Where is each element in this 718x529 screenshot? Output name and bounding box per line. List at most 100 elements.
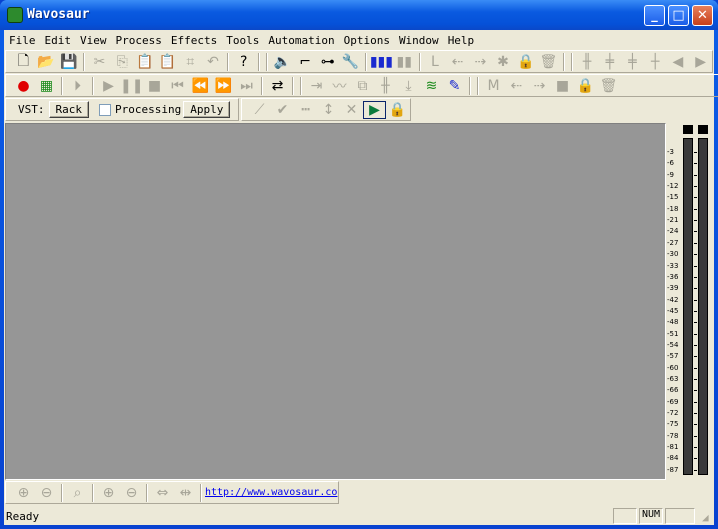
wave-split-icon[interactable]: ╫ bbox=[374, 78, 397, 94]
meter-tick bbox=[694, 254, 697, 256]
paste-new-icon[interactable]: 📋 bbox=[156, 54, 179, 70]
meter-scale-label: -87 bbox=[667, 465, 679, 474]
menu-automation[interactable]: Automation bbox=[263, 32, 338, 50]
marker-block-icon[interactable]: ■ bbox=[551, 78, 574, 94]
menu-file[interactable]: File bbox=[4, 32, 40, 50]
cut-icon[interactable]: ✂ bbox=[88, 54, 111, 70]
zoom-x2-icon[interactable]: ⇔ bbox=[151, 485, 174, 501]
menu-options[interactable]: Options bbox=[339, 32, 394, 50]
marker-left-icon[interactable]: ⇠ bbox=[505, 78, 528, 94]
lock-icon[interactable]: 🔒 bbox=[386, 102, 409, 118]
wrench-icon[interactable]: 🔧 bbox=[339, 54, 362, 70]
menu-bar: File Edit View Process Effects Tools Automatio… bbox=[4, 32, 478, 50]
new-file-icon[interactable]: 🗋 bbox=[12, 50, 35, 74]
rack-button[interactable]: Rack bbox=[48, 101, 89, 118]
mix-icon[interactable]: ⧉ bbox=[351, 78, 374, 94]
menu-help[interactable]: Help bbox=[443, 32, 479, 50]
paste-icon[interactable]: 📋 bbox=[134, 54, 157, 70]
menu-view[interactable]: View bbox=[75, 32, 111, 50]
level-meter-icon[interactable]: ▦ bbox=[35, 78, 58, 94]
loop-wave-icon[interactable]: ✱ bbox=[492, 54, 515, 70]
pencil-icon[interactable]: ✎ bbox=[443, 78, 466, 94]
undo-icon[interactable]: ↶ bbox=[202, 54, 225, 70]
normalize-icon[interactable]: ⤓ bbox=[397, 78, 420, 94]
envelope-icon[interactable]: 〰 bbox=[328, 76, 351, 96]
processing-checkbox[interactable] bbox=[99, 103, 111, 116]
help-icon[interactable]: ? bbox=[232, 54, 255, 70]
vst-play-icon[interactable]: ▶ bbox=[363, 100, 386, 119]
marker-m-icon[interactable]: M bbox=[482, 78, 505, 94]
waveform-icon[interactable]: ▮▮▮ bbox=[370, 54, 393, 70]
fast-forward-icon[interactable]: ⏩ bbox=[212, 78, 235, 94]
left-channel-meter bbox=[683, 138, 693, 475]
zoom-fit-icon[interactable]: ⌕ bbox=[66, 485, 89, 501]
split-icon[interactable]: ╫ bbox=[576, 54, 599, 70]
menu-effects[interactable]: Effects bbox=[166, 32, 221, 50]
marker3-icon[interactable]: ┼ bbox=[644, 54, 667, 70]
processing-label: Processing bbox=[115, 103, 182, 116]
record-icon[interactable]: ● bbox=[12, 78, 35, 94]
marker-icon[interactable]: ╪ bbox=[598, 54, 621, 70]
meter-scale-label: -18 bbox=[667, 204, 679, 213]
apply-button[interactable]: Apply bbox=[183, 101, 231, 118]
zoom-out-icon[interactable]: ⊖ bbox=[35, 485, 58, 501]
copy-icon[interactable]: ⎘ bbox=[111, 54, 134, 70]
trash-icon[interactable]: 🗑 bbox=[537, 54, 560, 70]
waveform-gray-icon[interactable]: ▮▮ bbox=[393, 54, 416, 70]
toolbar-separator bbox=[477, 76, 479, 95]
stop-icon[interactable]: ■ bbox=[143, 78, 166, 94]
play-from-start-icon[interactable]: ⏵ bbox=[66, 78, 89, 94]
delete-x-icon[interactable]: ✕ bbox=[340, 102, 363, 118]
trash-icon[interactable]: 🗑 bbox=[597, 78, 620, 94]
crop-icon[interactable]: ⌗ bbox=[179, 54, 202, 70]
meter-scale-label: -36 bbox=[667, 272, 679, 281]
marker2-icon[interactable]: ╪ bbox=[621, 54, 644, 70]
zoom-out-vertical-icon[interactable]: ⊖ bbox=[120, 485, 143, 501]
website-link[interactable]: http://www.wavosaur.co bbox=[205, 487, 337, 498]
maximize-button[interactable]: □ bbox=[668, 5, 689, 26]
meter-tick bbox=[694, 367, 697, 369]
minimize-button[interactable]: _ bbox=[644, 5, 665, 26]
spectrum-icon[interactable]: ≋ bbox=[420, 78, 443, 94]
go-start-icon[interactable]: ⏮ bbox=[166, 78, 189, 94]
marker-right-icon[interactable]: ⇢ bbox=[528, 78, 551, 94]
close-button[interactable]: ✕ bbox=[692, 5, 713, 26]
workspace-area[interactable] bbox=[5, 123, 666, 480]
zoom-half-icon[interactable]: ⇹ bbox=[174, 485, 197, 501]
play-icon[interactable]: ▶ bbox=[97, 78, 120, 94]
rewind-icon[interactable]: ⏪ bbox=[189, 78, 212, 94]
pause-icon[interactable]: ❚❚ bbox=[120, 78, 143, 94]
meter-scale-label: -81 bbox=[667, 443, 679, 452]
routing-icon[interactable]: ⌐ bbox=[294, 54, 317, 70]
prev-icon[interactable]: ◀ bbox=[667, 54, 690, 70]
lock-icon[interactable]: 🔒 bbox=[574, 78, 597, 94]
lock-icon[interactable]: 🔒 bbox=[514, 54, 537, 70]
save-icon[interactable]: 💾 bbox=[57, 54, 80, 70]
zoom-in-vertical-icon[interactable]: ⊕ bbox=[97, 485, 120, 501]
open-folder-icon[interactable]: 📂 bbox=[35, 54, 58, 70]
loop-start-right-icon[interactable]: ⇢ bbox=[469, 54, 492, 70]
speaker-icon[interactable]: 🔈 bbox=[271, 54, 294, 70]
meter-tick bbox=[694, 310, 697, 312]
menu-tools[interactable]: Tools bbox=[221, 32, 263, 50]
connect-icon[interactable]: ⊶ bbox=[316, 54, 339, 70]
meter-scale-label: -72 bbox=[667, 409, 679, 418]
meter-scale-label: -27 bbox=[667, 238, 679, 247]
loop-start-icon[interactable]: L bbox=[424, 54, 447, 70]
menu-window[interactable]: Window bbox=[394, 32, 443, 50]
loop-start-left-icon[interactable]: ⇠ bbox=[446, 54, 469, 70]
meter-tick bbox=[694, 197, 697, 199]
menu-process[interactable]: Process bbox=[111, 32, 166, 50]
next-icon[interactable]: ▶ bbox=[689, 54, 712, 70]
go-end-icon[interactable]: ⏭ bbox=[235, 78, 258, 94]
curve-icon[interactable]: ⟋ bbox=[248, 102, 271, 118]
check-icon[interactable]: ✔ bbox=[271, 102, 294, 118]
dots-icon[interactable]: ┅ bbox=[294, 102, 317, 118]
updown-icon[interactable]: ↕ bbox=[317, 102, 340, 118]
loop-icon[interactable]: ⇄ bbox=[266, 78, 289, 94]
menu-edit[interactable]: Edit bbox=[40, 32, 76, 50]
resize-grip-icon[interactable]: ◢ bbox=[702, 511, 709, 524]
zoom-in-icon[interactable]: ⊕ bbox=[12, 485, 35, 501]
insert-icon[interactable]: ⇥ bbox=[305, 78, 328, 94]
meter-scale-label: -54 bbox=[667, 340, 679, 349]
